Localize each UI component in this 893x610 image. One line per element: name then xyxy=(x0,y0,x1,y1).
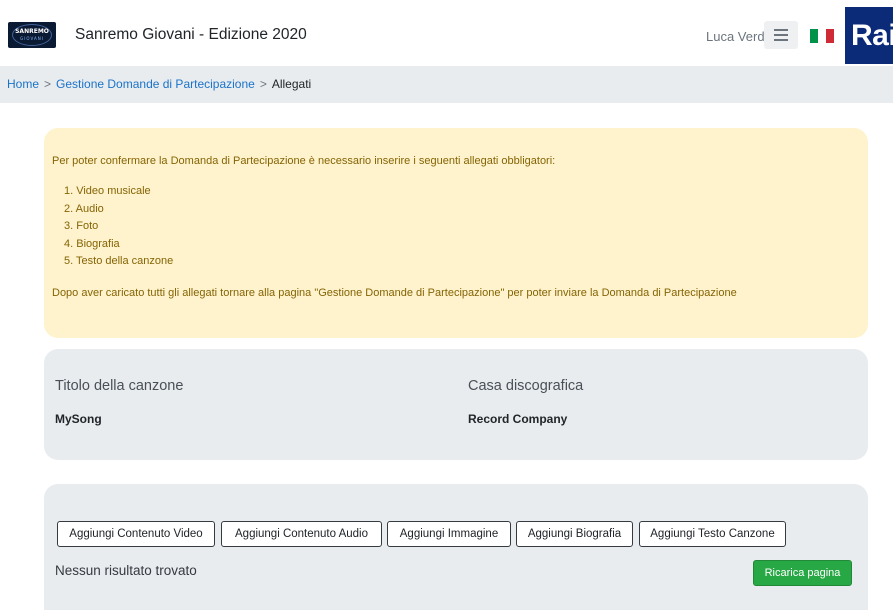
breadcrumb: Home > Gestione Domande di Partecipazione >… xyxy=(0,66,893,103)
flag-stripe-red xyxy=(826,29,834,43)
rai-logo: Rai xyxy=(845,7,893,64)
breadcrumb-current: Allegati xyxy=(271,77,312,91)
menu-icon xyxy=(774,29,788,31)
list-item: 3. Foto xyxy=(64,220,99,232)
required-attachments-alert: Per poter confermare la Domanda di Parte… xyxy=(44,128,868,338)
attachments-card: Aggiungi Contenuto Video Aggiungi Conten… xyxy=(44,484,868,610)
alert-intro: Per poter confermare la Domanda di Parte… xyxy=(52,155,556,167)
menu-icon-bar xyxy=(774,39,788,41)
list-item: 5. Testo della canzone xyxy=(64,255,174,267)
breadcrumb-separator: > xyxy=(44,77,52,91)
app-title[interactable]: Sanremo Giovani - Edizione 2020 xyxy=(75,26,307,44)
add-video-button[interactable]: Aggiungi Contenuto Video xyxy=(57,521,215,547)
record-label-label: Casa discografica xyxy=(468,378,584,394)
list-item: 2. Audio xyxy=(64,202,104,215)
rai-logo-text: Rai xyxy=(851,19,893,52)
breadcrumb-home-link[interactable]: Home xyxy=(7,77,39,91)
top-navbar: SANREMO GIOVANI Sanremo Giovani - Edizio… xyxy=(0,0,893,66)
empty-results-message: Nessun risultato trovato xyxy=(55,563,197,578)
menu-icon-bar xyxy=(774,34,788,36)
required-attachments-list: 1. Video musicale 2. Audio 3. Foto 4. Bi… xyxy=(64,183,173,271)
flag-stripe-white xyxy=(818,29,826,43)
song-title-value: MySong xyxy=(55,412,102,426)
italian-flag-icon[interactable] xyxy=(810,29,834,43)
hamburger-menu-button[interactable] xyxy=(764,21,798,49)
flag-stripe-green xyxy=(810,29,818,43)
add-image-button[interactable]: Aggiungi Immagine xyxy=(387,521,511,547)
add-biography-button[interactable]: Aggiungi Biografia xyxy=(516,521,633,547)
record-label-value: Record Company xyxy=(468,412,568,426)
add-audio-button[interactable]: Aggiungi Contenuto Audio xyxy=(221,521,382,547)
reload-page-button[interactable]: Ricarica pagina xyxy=(753,560,852,586)
song-title-label: Titolo della canzone xyxy=(55,378,184,394)
add-lyrics-button[interactable]: Aggiungi Testo Canzone xyxy=(639,521,786,547)
list-item: 1. Video musicale xyxy=(64,185,151,197)
breadcrumb-domande-link[interactable]: Gestione Domande di Partecipazione xyxy=(56,77,255,91)
user-name: Luca Verdi xyxy=(706,29,768,44)
sanremo-logo[interactable]: SANREMO GIOVANI xyxy=(8,22,56,48)
logo-text: SANREMO xyxy=(15,28,49,35)
logo-subtext: GIOVANI xyxy=(20,36,44,41)
song-info-card: Titolo della canzone MySong Casa discogr… xyxy=(44,349,868,460)
alert-outro: Dopo aver caricato tutti gli allegati to… xyxy=(52,287,737,299)
breadcrumb-separator: > xyxy=(259,77,267,91)
list-item: 4. Biografia xyxy=(64,237,120,250)
